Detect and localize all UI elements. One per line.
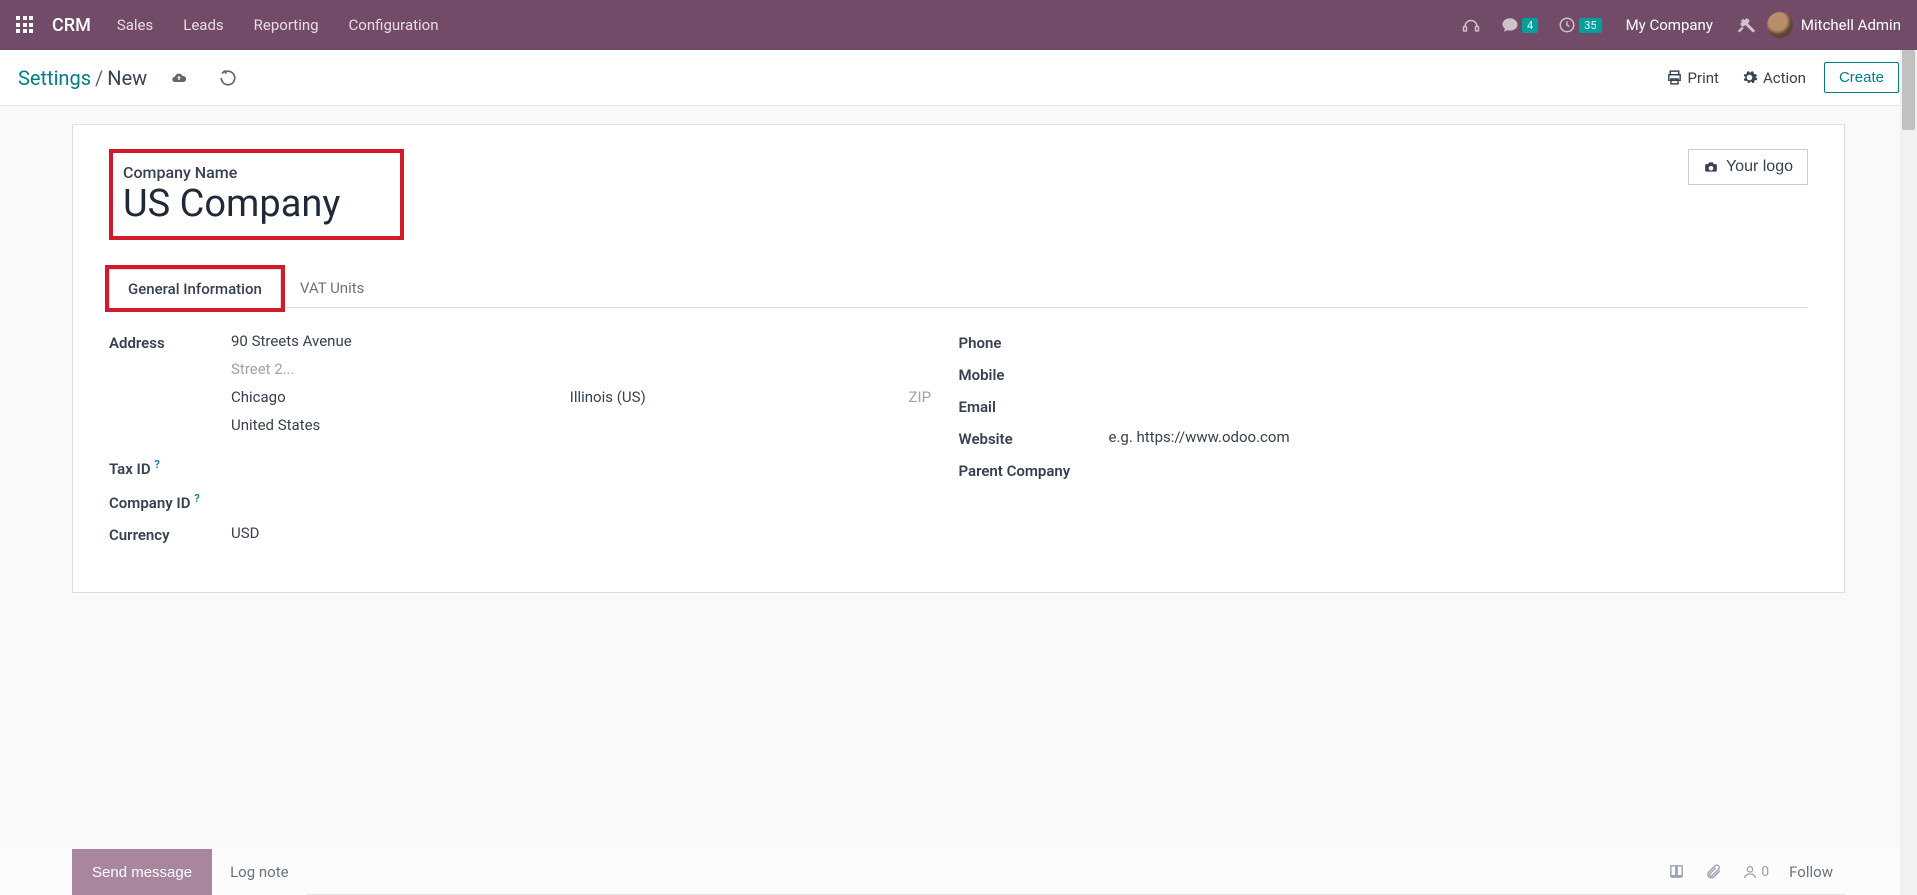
support-icon[interactable] xyxy=(1461,16,1481,34)
scrollbar[interactable] xyxy=(1900,50,1917,895)
mobile-label: Mobile xyxy=(959,364,1109,384)
top-nav: CRM Sales Leads Reporting Configuration … xyxy=(0,0,1917,50)
currency-input[interactable]: USD xyxy=(231,524,959,542)
discard-icon[interactable] xyxy=(219,69,237,87)
activities-icon[interactable]: 35 xyxy=(1558,16,1601,34)
menu-leads[interactable]: Leads xyxy=(183,16,223,34)
menu-configuration[interactable]: Configuration xyxy=(349,16,439,34)
followers-icon[interactable]: 0 xyxy=(1742,864,1769,880)
form-card: Your logo Company Name US Company Genera… xyxy=(72,124,1845,593)
website-label: Website xyxy=(959,428,1109,448)
user-menu[interactable]: Mitchell Admin xyxy=(1767,12,1901,38)
print-label: Print xyxy=(1688,69,1719,87)
followers-count: 0 xyxy=(1761,864,1769,880)
action-label: Action xyxy=(1763,69,1806,87)
logo-button-label: Your logo xyxy=(1726,158,1793,176)
address-label: Address xyxy=(109,332,231,352)
company-switcher[interactable]: My Company xyxy=(1626,16,1713,34)
city-input[interactable]: Chicago xyxy=(231,388,550,406)
attachment-icon[interactable] xyxy=(1705,862,1722,881)
tabs: General Information VAT Units xyxy=(109,268,1808,308)
apps-icon[interactable] xyxy=(16,16,34,34)
company-logo-button[interactable]: Your logo xyxy=(1688,149,1808,185)
tab-general-information[interactable]: General Information xyxy=(109,269,281,308)
right-column: Phone Mobile Email Website e.g. https://… xyxy=(959,332,1809,556)
main-canvas: Your logo Company Name US Company Genera… xyxy=(0,106,1917,593)
activities-badge: 35 xyxy=(1579,18,1601,33)
taxid-help-icon[interactable]: ? xyxy=(154,458,159,471)
log-note-button[interactable]: Log note xyxy=(212,849,306,895)
print-button[interactable]: Print xyxy=(1666,69,1719,87)
left-column: Address 90 Streets Avenue Street 2... Ch… xyxy=(109,332,959,556)
phone-label: Phone xyxy=(959,332,1109,352)
state-input[interactable]: Illinois (US) xyxy=(570,388,889,406)
zip-input[interactable]: ZIP xyxy=(909,388,959,406)
menu-reporting[interactable]: Reporting xyxy=(254,16,319,34)
email-label: Email xyxy=(959,396,1109,416)
street1-input[interactable]: 90 Streets Avenue xyxy=(231,332,959,350)
currency-label: Currency xyxy=(109,524,231,544)
create-button[interactable]: Create xyxy=(1824,62,1899,93)
messages-badge: 4 xyxy=(1522,18,1538,33)
breadcrumb: Settings / New xyxy=(18,66,147,90)
cloud-save-icon[interactable] xyxy=(169,70,189,86)
user-name: Mitchell Admin xyxy=(1801,16,1901,34)
settings-icon[interactable] xyxy=(1737,15,1757,35)
website-input[interactable]: e.g. https://www.odoo.com xyxy=(1109,428,1809,446)
follow-button[interactable]: Follow xyxy=(1789,863,1833,881)
form-body: Address 90 Streets Avenue Street 2... Ch… xyxy=(109,332,1808,556)
book-icon[interactable] xyxy=(1668,863,1685,880)
company-name-block[interactable]: Company Name US Company xyxy=(109,149,404,240)
breadcrumb-separator: / xyxy=(95,66,103,90)
parent-company-label: Parent Company xyxy=(959,460,1109,480)
tab-vat-units[interactable]: VAT Units xyxy=(281,268,384,307)
breadcrumb-root[interactable]: Settings xyxy=(18,66,91,90)
companyid-label: Company ID ? xyxy=(109,490,231,512)
country-input[interactable]: United States xyxy=(231,416,959,434)
scrollbar-thumb[interactable] xyxy=(1902,50,1915,130)
chatter-bar: Send message Log note 0 Follow xyxy=(0,849,1917,895)
company-name-input[interactable]: US Company xyxy=(123,182,340,226)
avatar xyxy=(1767,12,1793,38)
menu-sales[interactable]: Sales xyxy=(117,16,153,34)
action-dropdown[interactable]: Action xyxy=(1741,69,1806,87)
app-brand[interactable]: CRM xyxy=(52,15,91,36)
messages-icon[interactable]: 4 xyxy=(1501,16,1538,34)
breadcrumb-current: New xyxy=(107,66,147,90)
companyid-help-icon[interactable]: ? xyxy=(194,492,199,505)
company-name-label: Company Name xyxy=(123,163,340,182)
taxid-label: Tax ID ? xyxy=(109,456,231,478)
street2-input[interactable]: Street 2... xyxy=(231,360,959,378)
action-bar: Settings / New Print Action Create xyxy=(0,50,1917,106)
send-message-button[interactable]: Send message xyxy=(72,849,212,895)
